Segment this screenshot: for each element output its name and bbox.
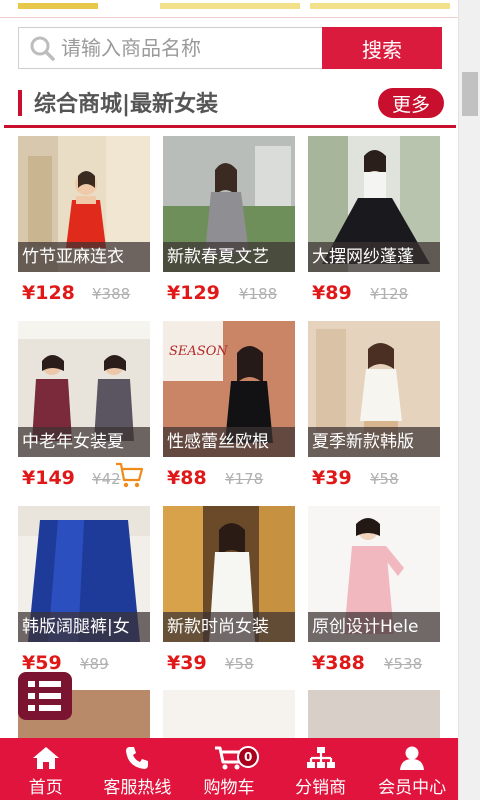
product-price: ¥129 bbox=[167, 282, 220, 304]
nav-item-member[interactable]: 会员中心 bbox=[366, 738, 458, 800]
add-to-cart-icon[interactable] bbox=[114, 460, 144, 490]
product-price: ¥388 bbox=[312, 652, 365, 674]
product-price: ¥59 bbox=[22, 652, 62, 674]
product-old-price: ¥188 bbox=[239, 285, 278, 303]
product-name: 大摆网纱蓬蓬 bbox=[308, 242, 440, 272]
product-card[interactable]: 竹节亚麻连衣 ¥128 ¥388 bbox=[18, 136, 150, 310]
product-card[interactable]: 韩版阔腿裤|女 ¥59 ¥89 bbox=[18, 506, 150, 680]
product-price: ¥88 bbox=[167, 467, 207, 489]
product-old-price: ¥178 bbox=[225, 470, 264, 488]
cart-count-badge: 0 bbox=[237, 746, 260, 768]
nav-label: 分销商 bbox=[295, 778, 347, 798]
product-old-price: ¥58 bbox=[370, 470, 399, 488]
search-bar: 搜索 bbox=[18, 27, 442, 69]
product-name: 新款时尚女装 bbox=[163, 612, 295, 642]
product-old-price: ¥388 bbox=[92, 285, 131, 303]
product-name: 中老年女装夏 bbox=[18, 427, 150, 457]
product-old-price: ¥89 bbox=[80, 655, 109, 673]
nav-item-cart[interactable]: 购物车 0 bbox=[183, 738, 275, 800]
banner-bar bbox=[310, 3, 450, 9]
product-image[interactable] bbox=[163, 690, 295, 738]
product-price: ¥39 bbox=[167, 652, 207, 674]
product-card[interactable]: 原创设计Hele ¥388 ¥538 bbox=[308, 506, 440, 680]
search-icon bbox=[30, 36, 55, 61]
user-icon bbox=[400, 746, 425, 770]
scrollbar-thumb[interactable] bbox=[462, 72, 478, 116]
nav-item-home[interactable]: 首页 bbox=[0, 738, 92, 800]
product-card[interactable]: 夏季新款韩版 ¥39 ¥58 bbox=[308, 321, 440, 495]
home-icon bbox=[32, 747, 59, 769]
product-name: 竹节亚麻连衣 bbox=[18, 242, 150, 272]
section-title: 综合商城|最新女装 bbox=[34, 92, 219, 117]
floating-menu-button[interactable] bbox=[18, 672, 72, 720]
nav-item-hotline[interactable]: 客服热线 bbox=[92, 738, 184, 800]
product-name: 韩版阔腿裤|女 bbox=[18, 612, 150, 642]
product-price: ¥39 bbox=[312, 467, 352, 489]
product-price: ¥128 bbox=[22, 282, 75, 304]
more-button[interactable]: 更多 bbox=[378, 88, 444, 118]
nav-label: 客服热线 bbox=[103, 778, 172, 798]
phone-icon bbox=[126, 747, 149, 769]
product-old-price: ¥58 bbox=[225, 655, 254, 673]
product-old-price: ¥538 bbox=[384, 655, 423, 673]
banner-bar bbox=[160, 3, 300, 9]
bottom-nav: 首页 客服热线 购物车 0 分销商 会员中心 bbox=[0, 738, 458, 800]
product-card[interactable]: 大摆网纱蓬蓬 ¥89 ¥128 bbox=[308, 136, 440, 310]
product-card[interactable]: SEASON 性感蕾丝欧根 ¥88 ¥178 bbox=[163, 321, 295, 495]
product-name: 新款春夏文艺 bbox=[163, 242, 295, 272]
nav-label: 购物车 bbox=[203, 778, 255, 798]
org-chart-icon bbox=[306, 747, 335, 768]
season-text: SEASON bbox=[169, 344, 228, 359]
banner-bar bbox=[18, 3, 98, 9]
nav-label: 首页 bbox=[28, 778, 63, 798]
product-old-price: ¥128 bbox=[370, 285, 409, 303]
scrollbar[interactable] bbox=[458, 0, 480, 800]
product-price: ¥149 bbox=[22, 467, 75, 489]
search-input[interactable] bbox=[61, 28, 323, 68]
product-card[interactable]: 新款时尚女装 ¥39 ¥58 bbox=[163, 506, 295, 680]
search-button[interactable]: 搜索 bbox=[322, 27, 442, 69]
product-name: 夏季新款韩版 bbox=[308, 427, 440, 457]
product-name: 性感蕾丝欧根 bbox=[163, 427, 295, 457]
section-header: 综合商城|最新女装 更多 bbox=[4, 82, 456, 128]
product-image[interactable] bbox=[308, 690, 440, 738]
nav-item-distributor[interactable]: 分销商 bbox=[275, 738, 367, 800]
section-marker bbox=[18, 90, 22, 116]
top-banner[interactable] bbox=[0, 0, 458, 18]
nav-label: 会员中心 bbox=[378, 778, 447, 798]
product-price: ¥89 bbox=[312, 282, 352, 304]
product-name: 原创设计Hele bbox=[308, 612, 440, 642]
product-card[interactable]: 新款春夏文艺 ¥129 ¥188 bbox=[163, 136, 295, 310]
